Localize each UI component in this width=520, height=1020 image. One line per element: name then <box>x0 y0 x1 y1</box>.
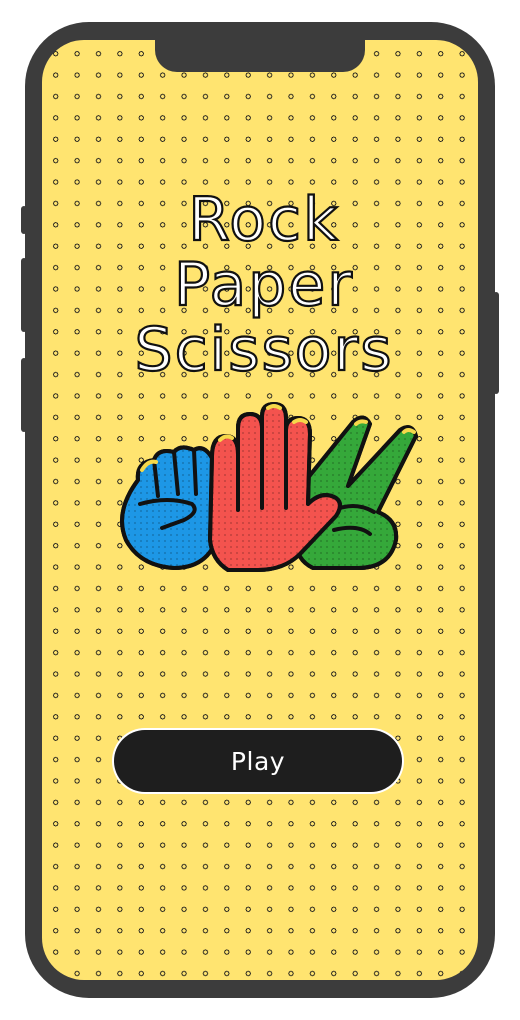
victory-hand-icon <box>294 415 418 570</box>
fist-icon <box>120 445 222 570</box>
title-line-scissors: Scissors <box>135 315 394 385</box>
hands-illustration <box>120 402 418 572</box>
play-button[interactable]: Play <box>114 730 402 792</box>
title-line-paper: Paper <box>174 250 354 320</box>
title-line-rock: Rock <box>188 185 339 255</box>
